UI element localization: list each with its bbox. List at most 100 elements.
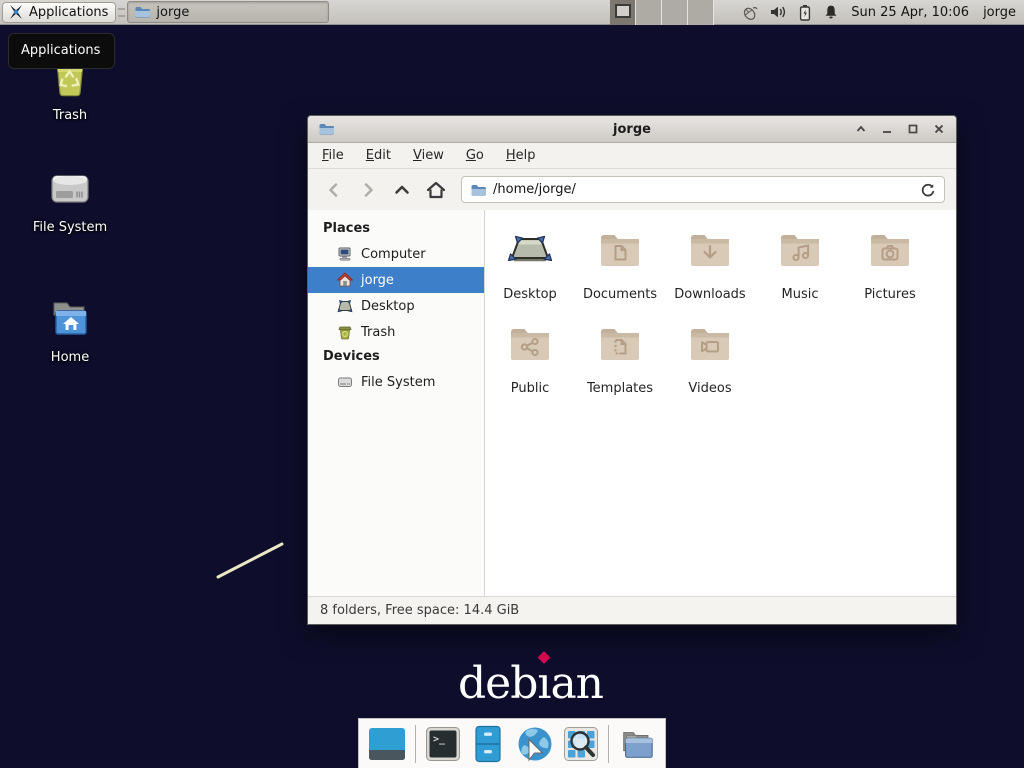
close-button[interactable] [928,119,950,139]
menubar: File Edit View Go Help [308,143,956,169]
debian-logo: debıan [458,658,603,709]
folder-icon [134,4,150,20]
location-bar[interactable]: /home/jorge/ [461,176,945,203]
workspace-4[interactable] [688,0,714,25]
menu-edit[interactable]: Edit [366,148,391,163]
folder-videos-icon [686,320,734,368]
file-item-label: Public [511,381,549,396]
desktop-icon-label: File System [33,220,107,235]
workspace-1[interactable] [610,0,636,25]
applications-tooltip: Applications [8,33,115,69]
sidebar-item-computer[interactable]: Computer [308,241,484,267]
panel-clock[interactable]: Sun 25 Apr, 10:06 [851,5,969,20]
top-panel: Applications jorge [0,0,1024,25]
sidebar-item-label: Computer [361,247,426,262]
file-grid: Desktop Documents [485,210,956,596]
maximize-button[interactable] [902,119,924,139]
mouse-icon[interactable] [740,4,758,21]
window-folder-icon [318,121,334,137]
harddrive-icon [45,164,95,214]
home-folder-icon [45,294,95,344]
menu-view[interactable]: View [413,148,444,163]
menu-help[interactable]: Help [506,148,536,163]
back-button[interactable] [319,176,349,204]
menu-file[interactable]: File [322,148,344,163]
file-cabinet-icon[interactable] [470,725,506,763]
system-tray [740,4,839,21]
file-item-label: Desktop [503,287,557,302]
sidebar-item-label: Desktop [361,299,415,314]
file-item-label: Videos [688,381,731,396]
file-item-desktop[interactable]: Desktop [485,224,575,318]
folder-music-icon [776,226,824,274]
debian-logo-part1: deb [458,658,537,709]
web-browser-icon[interactable] [516,725,554,763]
workspace-pager[interactable] [610,0,714,25]
app-finder-icon[interactable] [563,725,599,763]
pager-mini-window [615,4,631,18]
forward-button[interactable] [353,176,383,204]
reload-icon[interactable] [920,182,936,198]
minimize-button[interactable] [876,119,898,139]
harddrive-icon [337,374,353,390]
show-desktop-icon[interactable] [368,725,406,763]
file-item-templates[interactable]: Templates [575,318,665,412]
panel-username[interactable]: jorge [983,5,1016,20]
file-item-downloads[interactable]: Downloads [665,224,755,318]
folder-pictures-icon [866,226,914,274]
desktop-icon [337,298,353,314]
file-item-pictures[interactable]: Pictures [845,224,935,318]
sidebar-places-header: Places [308,217,484,241]
window-titlebar[interactable]: jorge [308,116,956,143]
folder-downloads-icon [686,226,734,274]
sidebar-devices-header: Devices [308,345,484,369]
svg-text:>_: >_ [433,734,446,745]
path-text[interactable]: /home/jorge/ [493,182,913,197]
file-item-music[interactable]: Music [755,224,845,318]
tooltip-text: Applications [21,43,100,58]
statusbar: 8 folders, Free space: 14.4 GiB [308,596,956,624]
sidebar: Places Computer [308,210,485,596]
computer-icon [337,246,353,262]
folder-icon[interactable] [618,725,656,763]
wallpaper-line [210,536,292,584]
taskbar-window-button[interactable]: jorge [127,1,329,23]
dock-panel: >_ [358,718,666,768]
menu-go[interactable]: Go [466,148,484,163]
dock-separator [415,725,416,763]
battery-icon[interactable] [798,4,812,21]
file-item-videos[interactable]: Videos [665,318,755,412]
desktop-icon-home[interactable]: Home [22,294,118,365]
debian-logo-i: ı [537,658,550,709]
sidebar-item-desktop[interactable]: Desktop [308,293,484,319]
applications-menu-label: Applications [29,5,108,20]
panel-handle[interactable] [118,8,125,17]
sidebar-item-label: Trash [361,325,395,340]
dock-separator [608,725,609,763]
up-button[interactable] [387,176,417,204]
folder-documents-icon [596,226,644,274]
shade-button[interactable] [850,119,872,139]
notifications-bell-icon[interactable] [823,4,839,20]
volume-icon[interactable] [769,4,787,20]
folder-icon [470,182,486,198]
sidebar-item-jorge[interactable]: jorge [308,267,484,293]
file-item-public[interactable]: Public [485,318,575,412]
sidebar-item-label: jorge [361,273,394,288]
file-item-label: Downloads [674,287,745,302]
taskbar-window-label: jorge [156,5,189,20]
home-button[interactable] [421,176,451,204]
applications-menu-button[interactable]: Applications [2,2,116,23]
sidebar-item-file-system[interactable]: File System [308,369,484,395]
file-item-label: Music [782,287,819,302]
workspace-2[interactable] [636,0,662,25]
file-item-documents[interactable]: Documents [575,224,665,318]
sidebar-item-trash[interactable]: Trash [308,319,484,345]
terminal-icon[interactable]: >_ [425,725,461,763]
desktop-icon-file-system[interactable]: File System [22,164,118,235]
statusbar-text: 8 folders, Free space: 14.4 GiB [320,603,519,618]
file-item-label: Pictures [864,287,915,302]
workspace-3[interactable] [662,0,688,25]
file-item-label: Templates [587,381,653,396]
folder-public-icon [506,320,554,368]
